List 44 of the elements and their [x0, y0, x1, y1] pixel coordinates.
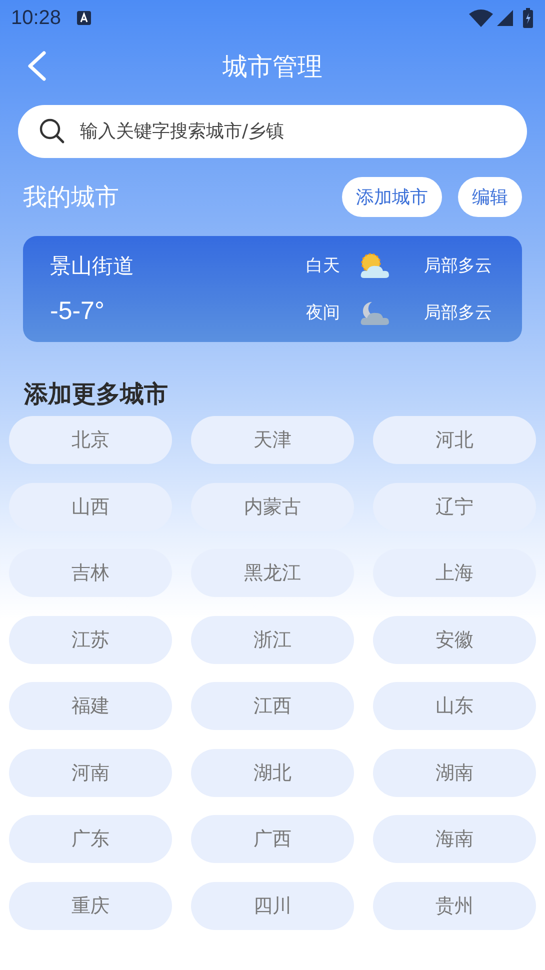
province-button[interactable]: 贵州: [373, 882, 536, 930]
province-button[interactable]: 山东: [373, 682, 536, 730]
province-button[interactable]: 天津: [191, 416, 354, 464]
period-label: 白天: [306, 255, 340, 277]
province-button[interactable]: 重庆: [9, 882, 172, 930]
province-button[interactable]: 山西: [9, 482, 172, 530]
province-button[interactable]: 海南: [373, 815, 536, 863]
province-button[interactable]: 辽宁: [373, 482, 536, 530]
period-label: 夜间: [306, 302, 340, 324]
search-field[interactable]: 输入关键字搜索城市/乡镇: [18, 105, 527, 158]
page-title: 城市管理: [222, 50, 322, 82]
province-button[interactable]: 福建: [9, 682, 172, 730]
province-button[interactable]: 内蒙古: [191, 482, 354, 530]
province-button[interactable]: 广西: [191, 815, 354, 863]
province-button[interactable]: 浙江: [191, 616, 354, 664]
province-button[interactable]: 河北: [373, 416, 536, 464]
wifi-icon: [469, 9, 493, 27]
province-button[interactable]: 江西: [191, 682, 354, 730]
status-time: 10:28: [11, 6, 62, 30]
province-button[interactable]: 湖北: [191, 748, 354, 796]
sun-cloud-icon: [358, 250, 392, 280]
battery-icon: [523, 8, 533, 28]
city-action-button[interactable]: 编辑: [458, 177, 522, 217]
province-button[interactable]: 吉林: [9, 549, 172, 597]
province-button[interactable]: 河南: [9, 748, 172, 796]
keyboard-icon: [77, 11, 92, 25]
weather-condition: 局部多云: [424, 302, 492, 324]
province-button[interactable]: 湖南: [373, 748, 536, 796]
city-action-button[interactable]: 添加城市: [342, 177, 442, 217]
search-icon: [38, 117, 66, 145]
province-button[interactable]: 上海: [373, 549, 536, 597]
province-button[interactable]: 安徽: [373, 616, 536, 664]
weather-condition: 局部多云: [424, 255, 492, 277]
province-button[interactable]: 江苏: [9, 616, 172, 664]
signal-icon: [497, 10, 513, 26]
city-name: 景山街道: [50, 253, 135, 280]
province-button[interactable]: 北京: [9, 416, 172, 464]
city-weather-card[interactable]: 景山街道 -5-7° 白天 局部多云 夜间 局部多云: [23, 236, 522, 342]
province-button[interactable]: 广东: [9, 815, 172, 863]
temperature-range: -5-7°: [50, 296, 106, 326]
section-title: 添加更多城市: [22, 379, 169, 410]
section-title: 我的城市: [23, 182, 120, 213]
province-button[interactable]: 四川: [191, 882, 354, 930]
province-button[interactable]: 黑龙江: [191, 549, 354, 597]
